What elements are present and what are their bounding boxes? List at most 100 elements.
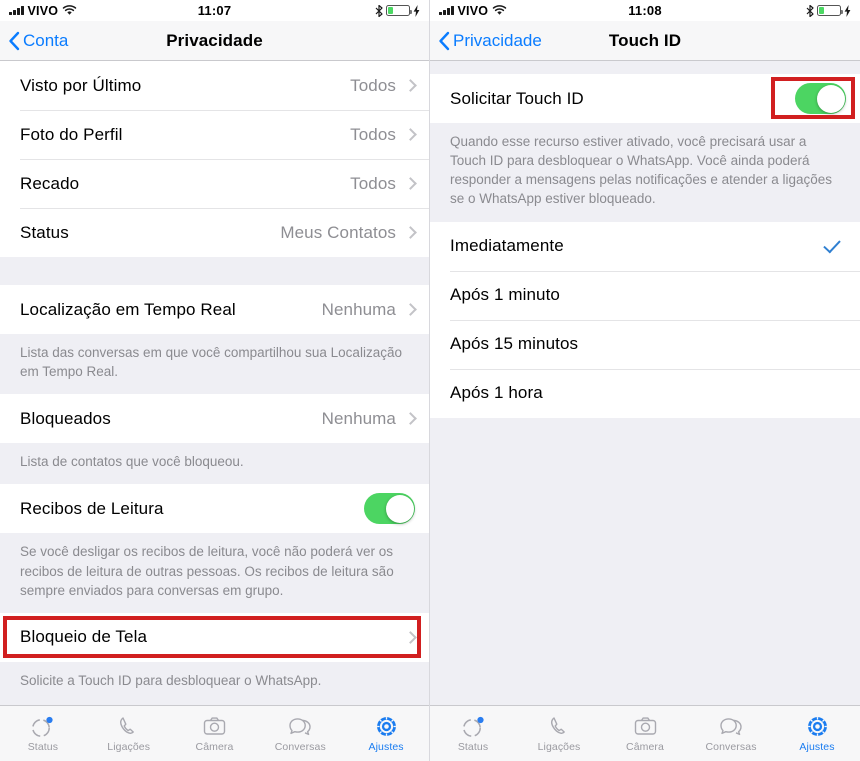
chevron-left-icon (9, 31, 20, 50)
status-bar-right-group (375, 4, 420, 17)
chevron-right-icon (404, 412, 417, 426)
row-value: Meus Contatos (280, 222, 396, 242)
chevron-right-icon (404, 631, 417, 644)
privacy-group-screen-lock: Bloqueio de Tela (0, 612, 429, 662)
require-touch-id-toggle[interactable] (795, 83, 846, 114)
tab-camera[interactable]: Câmera (602, 714, 688, 753)
row-value: Nenhuma (321, 299, 396, 319)
chevron-right-icon (404, 226, 417, 239)
row-visto-por-ultimo[interactable]: Visto por Último Todos (0, 61, 429, 110)
status-bar-left: VIVO 11:07 (0, 0, 429, 21)
row-bloqueio-de-tela[interactable]: Bloqueio de Tela (0, 612, 429, 662)
privacy-group-blocked: Bloqueados Nenhuma (0, 394, 429, 444)
tab-ajustes[interactable]: Ajustes (774, 714, 860, 753)
row-label: Localização em Tempo Real (20, 299, 236, 319)
status-ring-icon (32, 716, 53, 737)
row-label: Após 1 minuto (450, 285, 560, 305)
row-apos-15-minutos[interactable]: Após 15 minutos (430, 319, 860, 369)
row-label: Visto por Último (20, 75, 142, 95)
row-label: Foto do Perfil (20, 124, 123, 144)
chevron-right-icon (404, 79, 417, 92)
row-label: Bloqueio de Tela (20, 627, 147, 647)
row-apos-1-hora[interactable]: Após 1 hora (430, 368, 860, 418)
battery-icon (386, 5, 412, 16)
privacy-group-live-location: Localização em Tempo Real Nenhuma (0, 285, 429, 334)
phone-icon (550, 717, 565, 734)
row-label: Recado (20, 173, 80, 193)
row-apos-1-minuto[interactable]: Após 1 minuto (430, 270, 860, 320)
dual-screenshot: VIVO 11:07 Conta Privacidade Visto por Ú… (0, 0, 860, 761)
read-receipts-toggle[interactable] (364, 493, 415, 525)
tab-status[interactable]: Status (0, 714, 86, 753)
chevron-left-icon (439, 31, 450, 50)
row-value: Nenhuma (321, 408, 396, 428)
tab-ajustes[interactable]: Ajustes (343, 714, 429, 753)
back-button-label: Privacidade (453, 30, 542, 50)
section-gap (430, 61, 860, 74)
tab-label: Câmera (626, 741, 664, 753)
touch-id-timing-group: Imediatamente Após 1 minuto Após 15 minu… (430, 221, 860, 418)
phone-icon (120, 717, 135, 734)
gear-icon (376, 717, 396, 736)
row-label: Status (20, 222, 69, 242)
back-button-privacidade[interactable]: Privacidade (438, 31, 542, 51)
tab-bar-right: Status Ligações Câmera Conversas Ajustes (430, 705, 860, 761)
row-value: Todos (350, 75, 396, 95)
tab-status[interactable]: Status (430, 714, 516, 753)
nav-bar-left: Conta Privacidade (0, 21, 429, 61)
camera-icon (634, 717, 656, 735)
footnote-screen-lock: Solicite a Touch ID para desbloquear o W… (0, 661, 429, 704)
back-button-label: Conta (23, 30, 69, 50)
footnote-blocked: Lista de contatos que você bloqueou. (0, 443, 429, 485)
tab-label: Ligações (537, 741, 581, 753)
touch-id-toggle-group: Solicitar Touch ID (430, 74, 860, 123)
nav-bar-right: Privacidade Touch ID (430, 21, 860, 61)
tab-label: Ajustes (799, 741, 835, 753)
battery-icon (817, 5, 843, 16)
bluetooth-icon (375, 4, 383, 17)
camera-icon (203, 717, 226, 735)
back-button-conta[interactable]: Conta (8, 31, 68, 51)
row-label: Após 15 minutos (450, 334, 579, 354)
tab-camera[interactable]: Câmera (172, 714, 258, 753)
row-recibos-de-leitura[interactable]: Recibos de Leitura (0, 484, 429, 534)
tab-label: Ligações (107, 741, 151, 753)
tab-label: Status (457, 741, 489, 753)
tab-label: Conversas (705, 741, 757, 753)
tab-label: Câmera (195, 741, 234, 753)
row-recado[interactable]: Recado Todos (0, 159, 429, 208)
row-label: Após 1 hora (450, 383, 543, 403)
footnote-require-touch-id: Quando esse recurso estiver ativado, voc… (430, 123, 860, 222)
tab-conversas[interactable]: Conversas (257, 714, 343, 753)
touch-id-screen: VIVO 11:08 Privacidade Touch ID Solicita… (430, 0, 860, 761)
row-label: Bloqueados (20, 408, 111, 428)
row-bloqueados[interactable]: Bloqueados Nenhuma (0, 394, 429, 444)
row-localizacao-tempo-real[interactable]: Localização em Tempo Real Nenhuma (0, 285, 429, 334)
clock-left: 11:07 (197, 3, 232, 18)
tab-label: Status (27, 741, 59, 753)
chevron-right-icon (404, 303, 417, 316)
tab-ligacoes[interactable]: Ligações (86, 714, 172, 753)
row-value: Todos (350, 173, 396, 193)
tab-bar-left: Status Ligações Câmera Conversas Ajustes (0, 705, 429, 761)
section-gap (0, 257, 429, 285)
bluetooth-icon (806, 4, 814, 17)
lightning-bolt-icon (413, 4, 420, 17)
gear-icon (807, 717, 827, 736)
footnote-live-location: Lista das conversas em que você comparti… (0, 334, 429, 395)
chevron-right-icon (404, 128, 417, 141)
row-foto-do-perfil[interactable]: Foto do Perfil Todos (0, 110, 429, 159)
tab-ligacoes[interactable]: Ligações (516, 714, 602, 753)
checkmark-icon (823, 235, 841, 254)
privacy-list: Visto por Último Todos Foto do Perfil To… (0, 61, 429, 705)
touch-id-list: Solicitar Touch ID Quando esse recurso e… (430, 61, 860, 705)
privacy-group-read-receipts: Recibos de Leitura (0, 484, 429, 534)
tab-conversas[interactable]: Conversas (688, 714, 774, 753)
row-solicitar-touch-id[interactable]: Solicitar Touch ID (430, 74, 860, 123)
row-imediatamente[interactable]: Imediatamente (430, 221, 860, 271)
chat-bubbles-icon (289, 718, 311, 736)
privacy-group-visibility: Visto por Último Todos Foto do Perfil To… (0, 61, 429, 257)
status-ring-icon (462, 716, 484, 737)
row-status[interactable]: Status Meus Contatos (0, 208, 429, 257)
chevron-right-icon (404, 177, 417, 190)
